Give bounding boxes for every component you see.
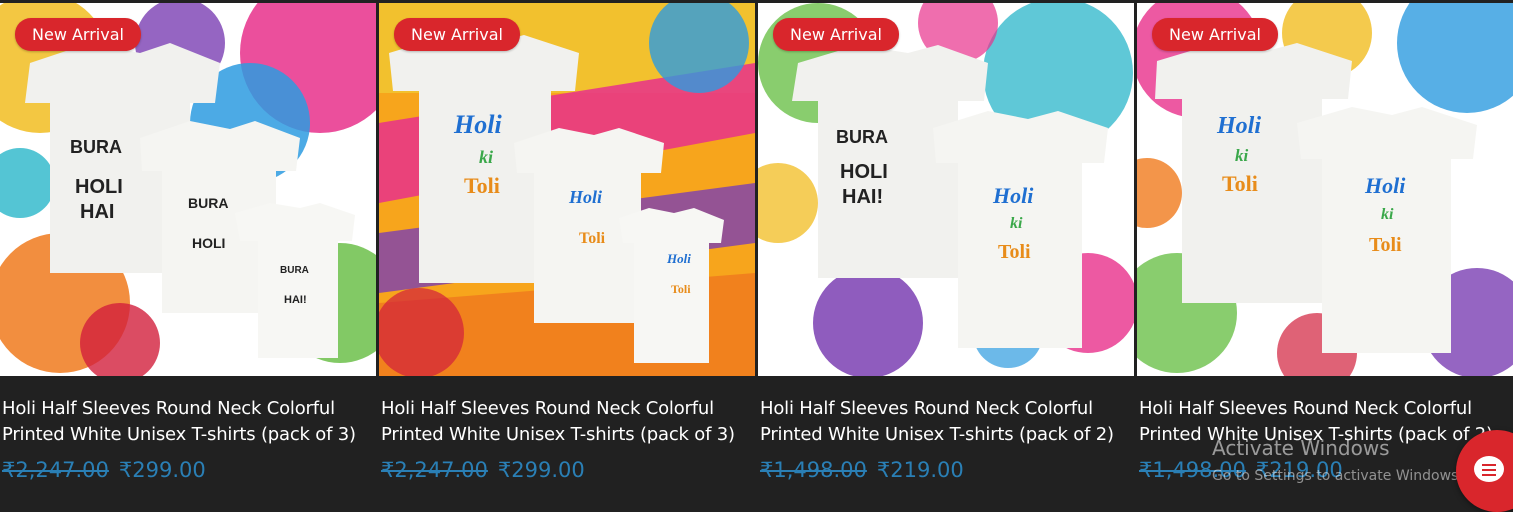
svg-text:Holi: Holi (666, 251, 691, 266)
activate-windows-watermark: Activate Windows (1212, 436, 1390, 460)
original-price: ₹2,247.00 (381, 458, 488, 482)
svg-text:Holi: Holi (568, 187, 602, 207)
product-image[interactable]: BURA HOLI HAI BURA HOLI BURA HAI! New Ar… (0, 3, 376, 376)
new-arrival-badge: New Arrival (1152, 18, 1278, 51)
svg-text:Toli: Toli (1369, 234, 1402, 256)
product-title-line2[interactable]: Printed White Unisex T-shirts (pack of 3… (2, 422, 376, 448)
svg-text:Holi: Holi (992, 183, 1034, 208)
svg-text:BURA: BURA (188, 195, 228, 211)
product-card[interactable]: Holi ki Toli Holi ki Toli New Arrival Ho… (1137, 0, 1513, 503)
svg-text:Holi: Holi (1216, 113, 1261, 139)
svg-text:HAI!: HAI! (284, 294, 307, 306)
svg-text:ki: ki (1010, 215, 1023, 232)
product-title-line2[interactable]: Printed White Unisex T-shirts (pack of 2… (760, 422, 1134, 448)
product-title[interactable]: Holi Half Sleeves Round Neck Colorful Pr… (2, 396, 376, 448)
svg-text:ki: ki (1235, 146, 1249, 165)
product-card[interactable]: BURA HOLI HAI! Holi ki Toli New Arrival … (758, 0, 1134, 503)
sale-price: ₹219.00 (876, 458, 964, 482)
sale-price: ₹299.00 (118, 458, 206, 482)
svg-text:HAI!: HAI! (842, 186, 883, 208)
original-price: ₹2,247.00 (2, 458, 109, 482)
sale-price: ₹299.00 (497, 458, 585, 482)
product-image[interactable]: BURA HOLI HAI! Holi ki Toli New Arrival (758, 3, 1134, 376)
svg-text:Holi: Holi (1364, 173, 1406, 198)
activate-windows-subtitle: Go to Settings to activate Windows. (1212, 468, 1463, 484)
svg-text:BURA: BURA (70, 137, 122, 157)
new-arrival-badge: New Arrival (773, 18, 899, 51)
svg-text:Toli: Toli (464, 173, 500, 198)
price-block: ₹1,498.00 ₹219.00 (760, 458, 964, 482)
svg-text:ki: ki (479, 147, 493, 167)
product-image[interactable]: Holi ki Toli Holi ki Toli New Arrival (1137, 3, 1513, 376)
price-block: ₹2,247.00 ₹299.00 (381, 458, 585, 482)
product-title-line1[interactable]: Holi Half Sleeves Round Neck Colorful (760, 396, 1134, 422)
product-image[interactable]: Holi ki Toli Holi Toli Holi Toli New Arr… (379, 3, 755, 376)
svg-text:Toli: Toli (671, 282, 691, 296)
product-title-line1[interactable]: Holi Half Sleeves Round Neck Colorful (1139, 396, 1513, 422)
product-title-line2[interactable]: Printed White Unisex T-shirts (pack of 3… (381, 422, 755, 448)
price-block: ₹2,247.00 ₹299.00 (2, 458, 206, 482)
product-card[interactable]: Holi ki Toli Holi Toli Holi Toli New Arr… (379, 0, 755, 503)
svg-text:HOLI: HOLI (840, 161, 888, 183)
new-arrival-badge: New Arrival (394, 18, 520, 51)
product-title[interactable]: Holi Half Sleeves Round Neck Colorful Pr… (381, 396, 755, 448)
svg-text:Holi: Holi (453, 110, 502, 139)
svg-text:HOLI: HOLI (75, 176, 123, 198)
svg-text:BURA: BURA (836, 127, 888, 147)
svg-text:Toli: Toli (1222, 171, 1258, 196)
svg-text:HOLI: HOLI (192, 235, 225, 251)
original-price: ₹1,498.00 (760, 458, 867, 482)
product-title-line1[interactable]: Holi Half Sleeves Round Neck Colorful (381, 396, 755, 422)
new-arrival-badge: New Arrival (15, 18, 141, 51)
product-card[interactable]: BURA HOLI HAI BURA HOLI BURA HAI! New Ar… (0, 0, 376, 503)
product-title[interactable]: Holi Half Sleeves Round Neck Colorful Pr… (760, 396, 1134, 448)
svg-text:HAI: HAI (80, 201, 114, 223)
svg-text:ki: ki (1381, 206, 1394, 223)
svg-text:Toli: Toli (998, 241, 1031, 263)
svg-text:BURA: BURA (280, 265, 309, 276)
product-grid: BURA HOLI HAI BURA HOLI BURA HAI! New Ar… (0, 0, 1513, 503)
svg-text:Toli: Toli (579, 230, 606, 247)
chat-icon (1474, 456, 1504, 482)
product-title-line1[interactable]: Holi Half Sleeves Round Neck Colorful (2, 396, 376, 422)
